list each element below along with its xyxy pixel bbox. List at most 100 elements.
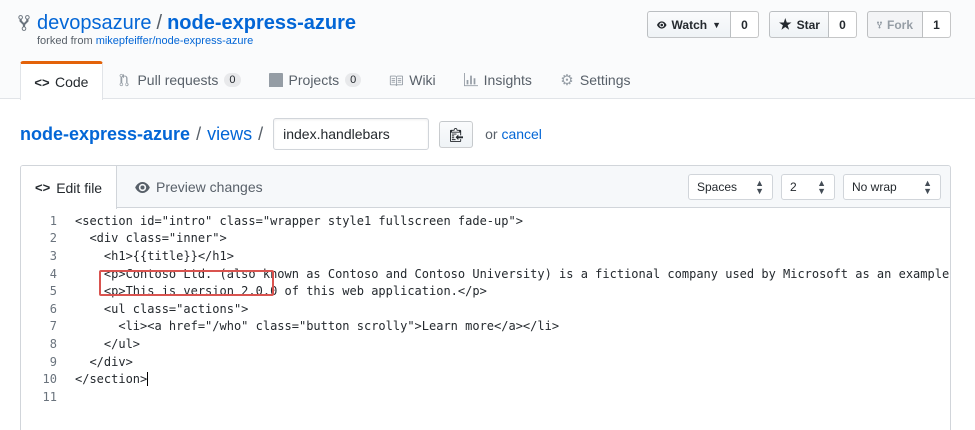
line-number: 3: [49, 248, 57, 263]
repo-forked-icon: [18, 15, 30, 31]
line-content: <div class="inner">: [75, 231, 227, 246]
code-line[interactable]: 5 <p>This is version 2.0.0 of this web a…: [21, 282, 950, 300]
watch-button[interactable]: Watch ▼: [647, 11, 731, 38]
preview-changes-label: Preview changes: [156, 179, 263, 195]
breadcrumb-repo-link[interactable]: node-express-azure: [20, 124, 190, 145]
line-number: 4: [49, 266, 57, 281]
line-number: 8: [49, 336, 57, 351]
graph-icon: [463, 73, 478, 87]
star-count[interactable]: 0: [829, 11, 857, 38]
filename-input[interactable]: [273, 118, 430, 150]
line-number: 7: [49, 319, 57, 334]
code-line[interactable]: 7 <li><a href="/who" class="button scrol…: [21, 318, 950, 336]
code-area[interactable]: 1 <section id="intro" class="wrapper styl…: [21, 209, 951, 430]
pull-requests-count: 0: [224, 73, 241, 87]
projects-count: 0: [345, 73, 362, 87]
star-icon: ★: [779, 16, 792, 32]
code-line[interactable]: 9 </div>: [21, 353, 950, 371]
tab-projects-label: Projects: [288, 72, 340, 88]
line-content: </ul>: [75, 336, 141, 351]
editor-toolbar: <> Edit file Preview changes Spaces ▲ ▼ 2…: [21, 166, 950, 209]
tab-wiki[interactable]: Wiki: [375, 61, 449, 99]
tab-code-label: Code: [55, 74, 89, 90]
select-arrows-icon: ▲ ▼: [817, 178, 826, 196]
indent-size-value: 2: [790, 180, 797, 194]
tab-insights-label: Insights: [483, 72, 532, 88]
star-group: ★ Star 0: [769, 11, 857, 38]
line-number: 11: [42, 389, 57, 404]
text-cursor: [147, 372, 149, 387]
tab-wiki-label: Wiki: [409, 72, 436, 88]
line-content: </div>: [75, 354, 133, 369]
line-content: <p>Contoso Ltd. (also known as Contoso a…: [75, 266, 951, 281]
code-line[interactable]: 11: [21, 388, 950, 406]
watch-count[interactable]: 0: [731, 11, 759, 38]
wrap-mode-select[interactable]: No wrap ▲ ▼: [843, 174, 941, 200]
repo-name-link[interactable]: node-express-azure: [167, 12, 356, 34]
repo-header: devopsazure / node-express-azure forked fr…: [0, 0, 975, 100]
line-number: 10: [42, 372, 57, 387]
gear-icon: ⚙: [560, 72, 574, 89]
tab-settings[interactable]: ⚙ Settings: [546, 61, 645, 99]
tab-code[interactable]: <> Code: [20, 61, 104, 100]
line-content: <section id="intro" class="wrapper style…: [75, 213, 523, 228]
or-text: or: [485, 126, 498, 142]
wrap-mode-value: No wrap: [852, 180, 897, 194]
code-line[interactable]: 8 </ul>: [21, 335, 950, 353]
code-line[interactable]: 6 <ul class="actions">: [21, 300, 950, 318]
tab-projects[interactable]: Projects 0: [255, 61, 376, 99]
fork-count[interactable]: 1: [923, 11, 951, 38]
code-line[interactable]: 4 <p>Contoso Ltd. (also known as Contoso…: [21, 265, 951, 283]
code-line[interactable]: 10 </section>: [21, 370, 950, 388]
line-number: 1: [49, 213, 57, 228]
line-content: <ul class="actions">: [75, 301, 249, 316]
fork-group: Fork 1: [867, 11, 951, 38]
eye-icon: [135, 181, 150, 193]
repo-title: devopsazure / node-express-azure: [37, 11, 356, 35]
indent-mode-value: Spaces: [697, 180, 738, 194]
tab-edit-file[interactable]: <> Edit file: [21, 166, 117, 209]
line-number: 2: [49, 231, 57, 246]
file-editor: <> Edit file Preview changes Spaces ▲ ▼ 2…: [20, 165, 951, 430]
forked-from-link[interactable]: mikepfeiffer/node-express-azure: [96, 35, 254, 47]
star-button[interactable]: ★ Star: [769, 11, 829, 38]
breadcrumb-separator: /: [196, 123, 202, 144]
tab-insights[interactable]: Insights: [450, 61, 546, 99]
tab-preview-changes[interactable]: Preview changes: [121, 166, 277, 208]
repo-nav-tabs: <> Code Pull requests 0 Projects 0 Wiki …: [20, 61, 645, 100]
line-content: <li><a href="/who" class="button scrolly…: [75, 319, 560, 334]
line-content: <p>This is version 2.0.0 of this web app…: [75, 284, 487, 299]
watch-group: Watch ▼ 0: [647, 11, 759, 38]
line-content: </section>: [75, 371, 149, 387]
line-number: 9: [49, 354, 57, 369]
repo-forked-icon: [877, 21, 882, 28]
line-number: 6: [49, 301, 57, 316]
code-line[interactable]: 2 <div class="inner">: [21, 230, 950, 248]
or-cancel: or cancel: [485, 126, 542, 142]
tab-settings-label: Settings: [579, 72, 631, 88]
repo-owner-link[interactable]: devopsazure: [37, 12, 152, 34]
breadcrumb: node-express-azure / views / or cancel: [20, 118, 542, 150]
code-icon: <>: [34, 74, 50, 90]
tab-pull-requests[interactable]: Pull requests 0: [103, 61, 254, 99]
code-line[interactable]: 3 <h1>{{title}}</h1>: [21, 247, 950, 265]
select-arrows-icon: ▲ ▼: [755, 178, 764, 196]
watch-label: Watch: [671, 17, 708, 32]
book-icon: [390, 75, 404, 87]
eye-icon: [657, 20, 667, 29]
edit-file-label: Edit file: [56, 179, 103, 196]
copy-path-button[interactable]: [439, 120, 474, 148]
star-label: Star: [796, 17, 820, 32]
forked-from-prefix: forked from: [37, 35, 93, 47]
line-content: <h1>{{title}}</h1>: [75, 248, 234, 263]
indent-mode-select[interactable]: Spaces ▲ ▼: [688, 174, 773, 200]
breadcrumb-folder-link[interactable]: views: [207, 124, 252, 145]
select-arrows-icon: ▲ ▼: [923, 178, 932, 196]
code-line[interactable]: 1 <section id="intro" class="wrapper styl…: [21, 212, 950, 230]
cancel-link[interactable]: cancel: [501, 126, 541, 142]
fork-label: Fork: [886, 17, 913, 32]
line-number: 5: [49, 284, 57, 299]
pull-request-icon: [120, 73, 130, 87]
fork-button[interactable]: Fork: [867, 11, 923, 38]
indent-size-select[interactable]: 2 ▲ ▼: [781, 174, 835, 200]
